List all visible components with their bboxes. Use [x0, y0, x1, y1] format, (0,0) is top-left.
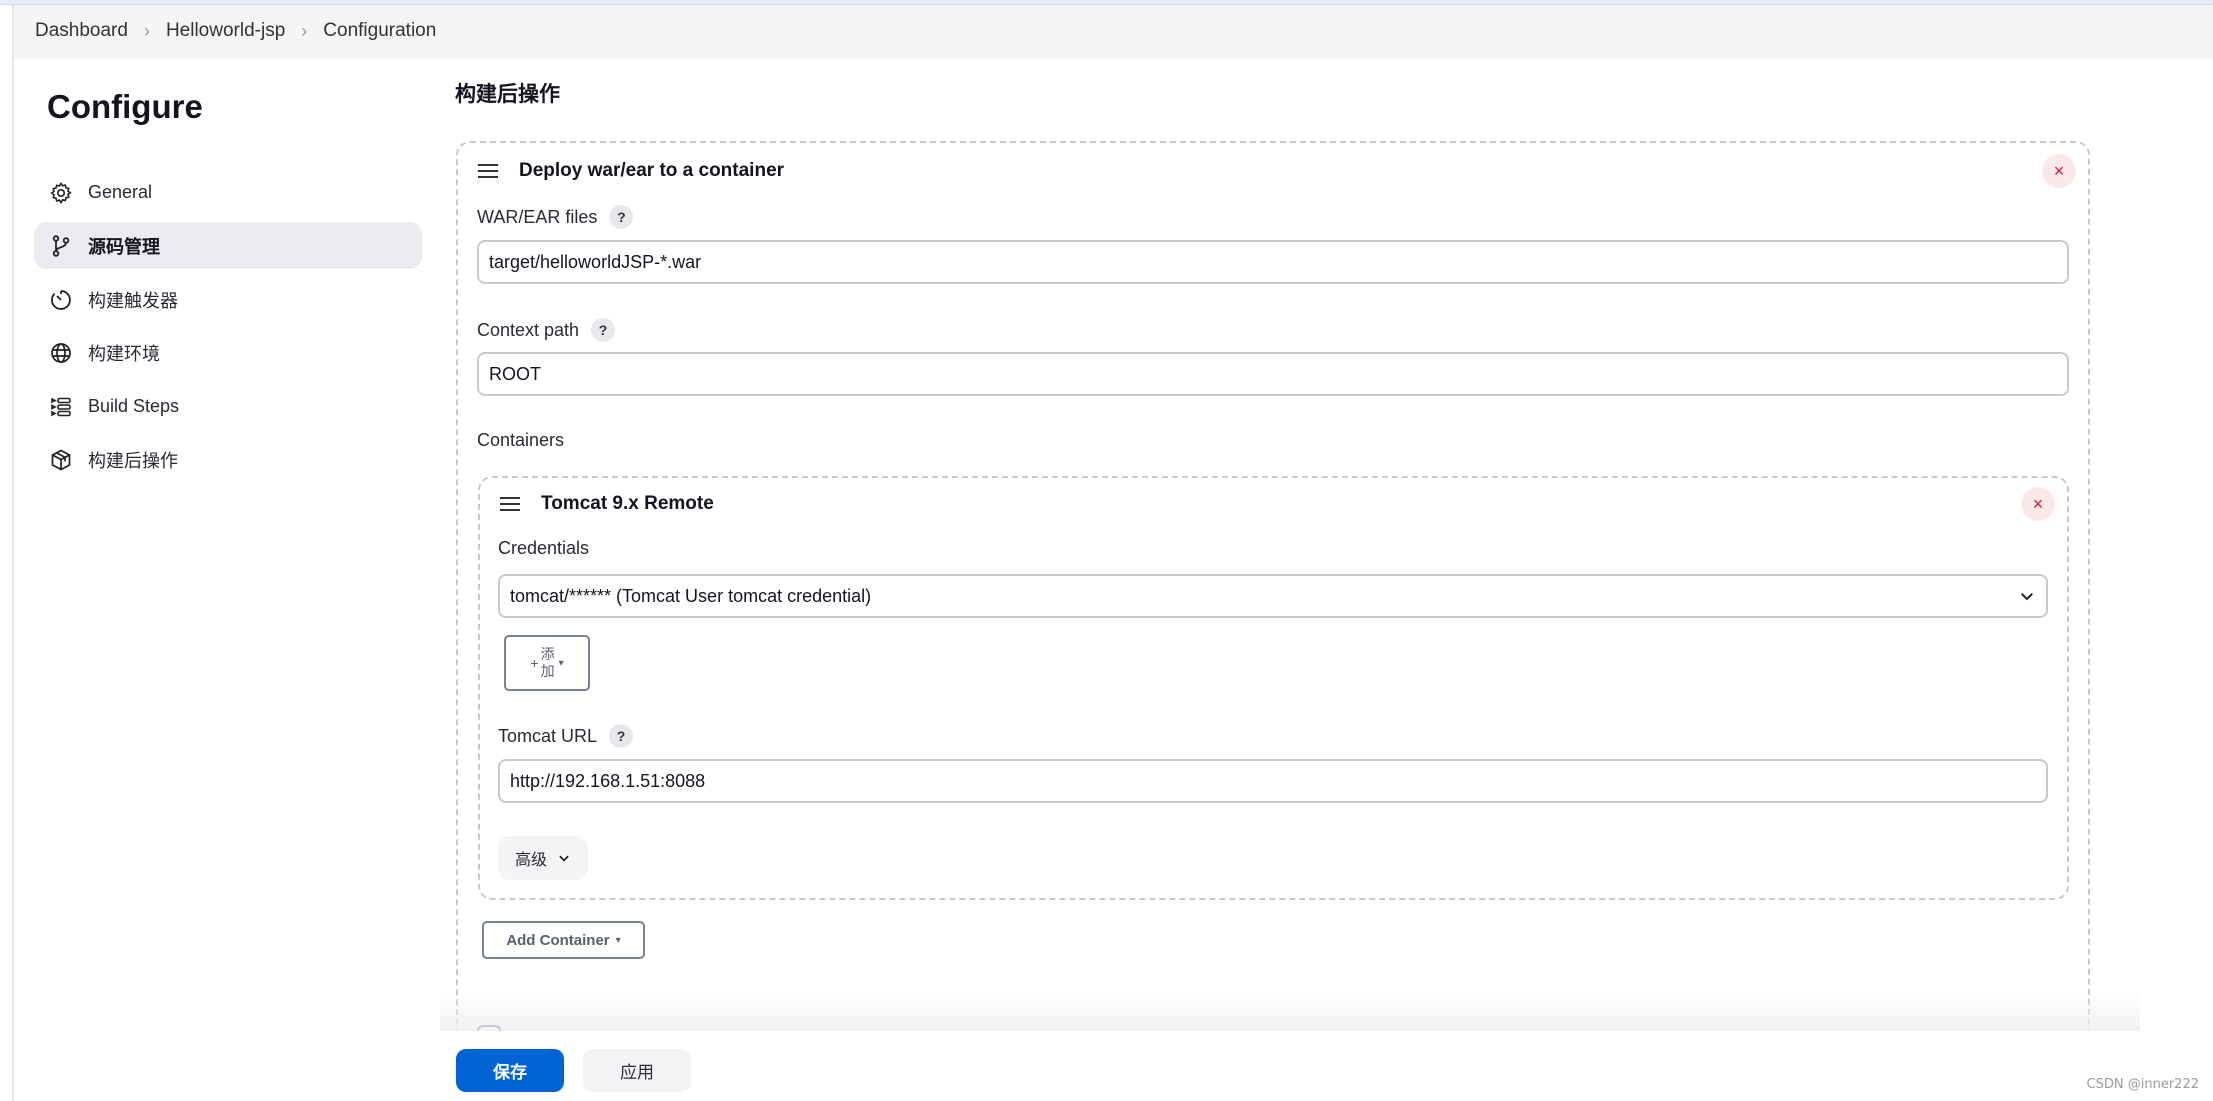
- sidebar-item-label: Build Steps: [88, 396, 180, 416]
- plus-icon: +: [530, 655, 539, 671]
- container-block-header: Tomcat 9.x Remote: [500, 493, 714, 515]
- credentials-select[interactable]: tomcat/****** (Tomcat User tomcat creden…: [498, 574, 2048, 618]
- caret-down-icon: ▾: [558, 657, 564, 669]
- context-path-label: Context path ?: [477, 318, 616, 342]
- war-files-label-text: WAR/EAR files: [477, 206, 598, 227]
- tomcat-url-label-text: Tomcat URL: [498, 725, 598, 746]
- page-left-border: [12, 5, 14, 1101]
- war-files-input[interactable]: [477, 240, 2069, 284]
- tomcat-url-input[interactable]: [498, 759, 2048, 803]
- drag-handle-icon[interactable]: [500, 497, 520, 511]
- drag-handle-icon[interactable]: [478, 164, 498, 178]
- breadcrumb-bar: Dashboard › Helloworld-jsp › Configurati…: [13, 5, 2213, 59]
- apply-button[interactable]: 应用: [583, 1049, 691, 1092]
- containers-label: Containers: [477, 430, 565, 450]
- context-path-input[interactable]: [477, 352, 2069, 396]
- watermark: CSDN @inner222: [2086, 1077, 2199, 1092]
- help-icon[interactable]: ?: [609, 205, 634, 229]
- list-steps-icon: [48, 394, 74, 420]
- container-block-title: Tomcat 9.x Remote: [541, 493, 714, 514]
- breadcrumb-job[interactable]: Helloworld-jsp: [166, 20, 285, 42]
- credentials-label: Credentials: [498, 538, 590, 558]
- sidebar-item-label: 构建触发器: [88, 290, 178, 311]
- sidebar-item-build-triggers[interactable]: 构建触发器: [34, 276, 422, 323]
- war-files-label: WAR/EAR files ?: [477, 205, 634, 229]
- page-title: Configure: [47, 88, 203, 125]
- footer-bar: [440, 1031, 2213, 1101]
- add-credentials-button[interactable]: + 添 加 ▾: [504, 635, 590, 691]
- chevron-down-icon: [2021, 593, 2033, 601]
- add-label-line2: 加: [540, 663, 555, 679]
- sidebar-item-post-build[interactable]: 构建后操作: [34, 436, 422, 483]
- chevron-down-icon: [559, 855, 569, 862]
- advanced-button[interactable]: 高级: [498, 836, 588, 880]
- breadcrumb-configuration[interactable]: Configuration: [323, 20, 436, 42]
- help-icon[interactable]: ?: [591, 318, 616, 342]
- sidebar-item-build-environment[interactable]: 构建环境: [34, 329, 422, 376]
- add-label-line1: 添: [540, 646, 555, 662]
- sidebar-item-general[interactable]: General: [34, 169, 422, 216]
- container-block: [478, 476, 2069, 900]
- delete-deploy-button[interactable]: ×: [2042, 154, 2076, 188]
- add-container-label: Add Container: [506, 931, 610, 949]
- breadcrumb: Dashboard › Helloworld-jsp › Configurati…: [35, 20, 436, 42]
- sidebar-item-label: 源码管理: [88, 236, 160, 257]
- delete-container-button[interactable]: ×: [2021, 487, 2055, 521]
- gear-icon: [48, 180, 74, 206]
- globe-icon: [48, 340, 74, 366]
- scroll-fade: [440, 990, 2140, 1032]
- caret-down-icon: ▾: [615, 934, 621, 946]
- git-branch-icon: [48, 233, 74, 259]
- timer-icon: [48, 287, 74, 313]
- help-icon[interactable]: ?: [609, 724, 634, 748]
- package-icon: [48, 447, 74, 473]
- save-button[interactable]: 保存: [456, 1049, 564, 1092]
- sidebar-item-label: 构建后操作: [88, 450, 178, 471]
- credentials-selected-value: tomcat/****** (Tomcat User tomcat creden…: [510, 585, 872, 606]
- tomcat-url-label: Tomcat URL ?: [498, 724, 634, 748]
- sidebar-item-build-steps[interactable]: Build Steps: [34, 383, 422, 430]
- chevron-right-icon: ›: [143, 20, 150, 41]
- sidebar-item-source-code[interactable]: 源码管理: [34, 222, 422, 269]
- add-container-button[interactable]: Add Container ▾: [482, 921, 645, 959]
- close-icon: ×: [2032, 493, 2044, 514]
- section-title: 构建后操作: [455, 83, 560, 106]
- sidebar-item-label: General: [88, 182, 153, 202]
- chevron-right-icon: ›: [301, 20, 308, 41]
- sidebar-item-label: 构建环境: [88, 343, 160, 364]
- deploy-block-title: Deploy war/ear to a container: [519, 160, 785, 181]
- advanced-label: 高级: [514, 852, 547, 869]
- breadcrumb-dashboard[interactable]: Dashboard: [35, 20, 128, 42]
- deploy-block-header: Deploy war/ear to a container: [478, 160, 784, 182]
- context-path-label-text: Context path: [477, 319, 580, 340]
- close-icon: ×: [2053, 160, 2065, 181]
